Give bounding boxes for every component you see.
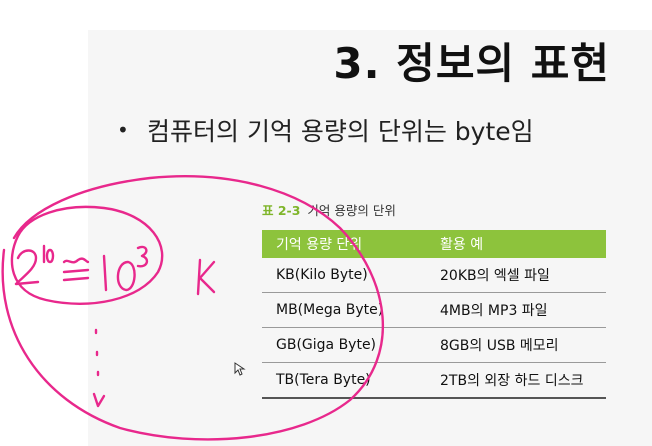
bullet-item: • 컴퓨터의 기억 용량의 단위는 byte임 <box>117 112 534 148</box>
mouse-cursor-icon <box>234 362 246 376</box>
table-header-row: 기억 용량 단위 활용 예 <box>262 230 606 258</box>
table-cell-example: 4MB의 MP3 파일 <box>426 292 606 328</box>
table-caption: 표 2-3 기억 용량의 단위 <box>262 200 396 219</box>
table-cell-unit: GB(Giga Byte) <box>262 327 426 363</box>
table-cell-example: 8GB의 USB 메모리 <box>426 327 606 363</box>
table-cell-unit: MB(Mega Byte) <box>262 292 426 328</box>
table-row: MB(Mega Byte) 4MB의 MP3 파일 <box>262 292 606 328</box>
table-header-unit: 기억 용량 단위 <box>262 230 426 258</box>
table-header-example: 활용 예 <box>426 230 606 258</box>
table-row: TB(Tera Byte) 2TB의 외장 하드 디스크 <box>262 362 606 399</box>
bullet-text: 컴퓨터의 기억 용량의 단위는 byte임 <box>147 117 534 146</box>
table-cell-example: 2TB의 외장 하드 디스크 <box>426 362 606 399</box>
bullet-symbol: • <box>117 118 129 142</box>
table-cell-unit: KB(Kilo Byte) <box>262 258 426 293</box>
annotation-approx-sign <box>62 257 90 282</box>
table-caption-number: 표 2-3 <box>262 203 301 218</box>
storage-units-table: 기억 용량 단위 활용 예 KB(Kilo Byte) 20KB의 엑셀 파일 … <box>262 230 606 399</box>
table-cell-example: 20KB의 엑셀 파일 <box>426 258 606 293</box>
table-row: GB(Giga Byte) 8GB의 USB 메모리 <box>262 327 606 363</box>
table-caption-text: 기억 용량의 단위 <box>307 203 396 218</box>
annotation-superscript-ten <box>42 244 55 264</box>
slide-title: 3. 정보의 표현 <box>333 39 610 88</box>
table-row: KB(Kilo Byte) 20KB의 엑셀 파일 <box>262 258 606 293</box>
annotation-digit-two <box>14 249 40 286</box>
table-cell-unit: TB(Tera Byte) <box>262 362 426 399</box>
